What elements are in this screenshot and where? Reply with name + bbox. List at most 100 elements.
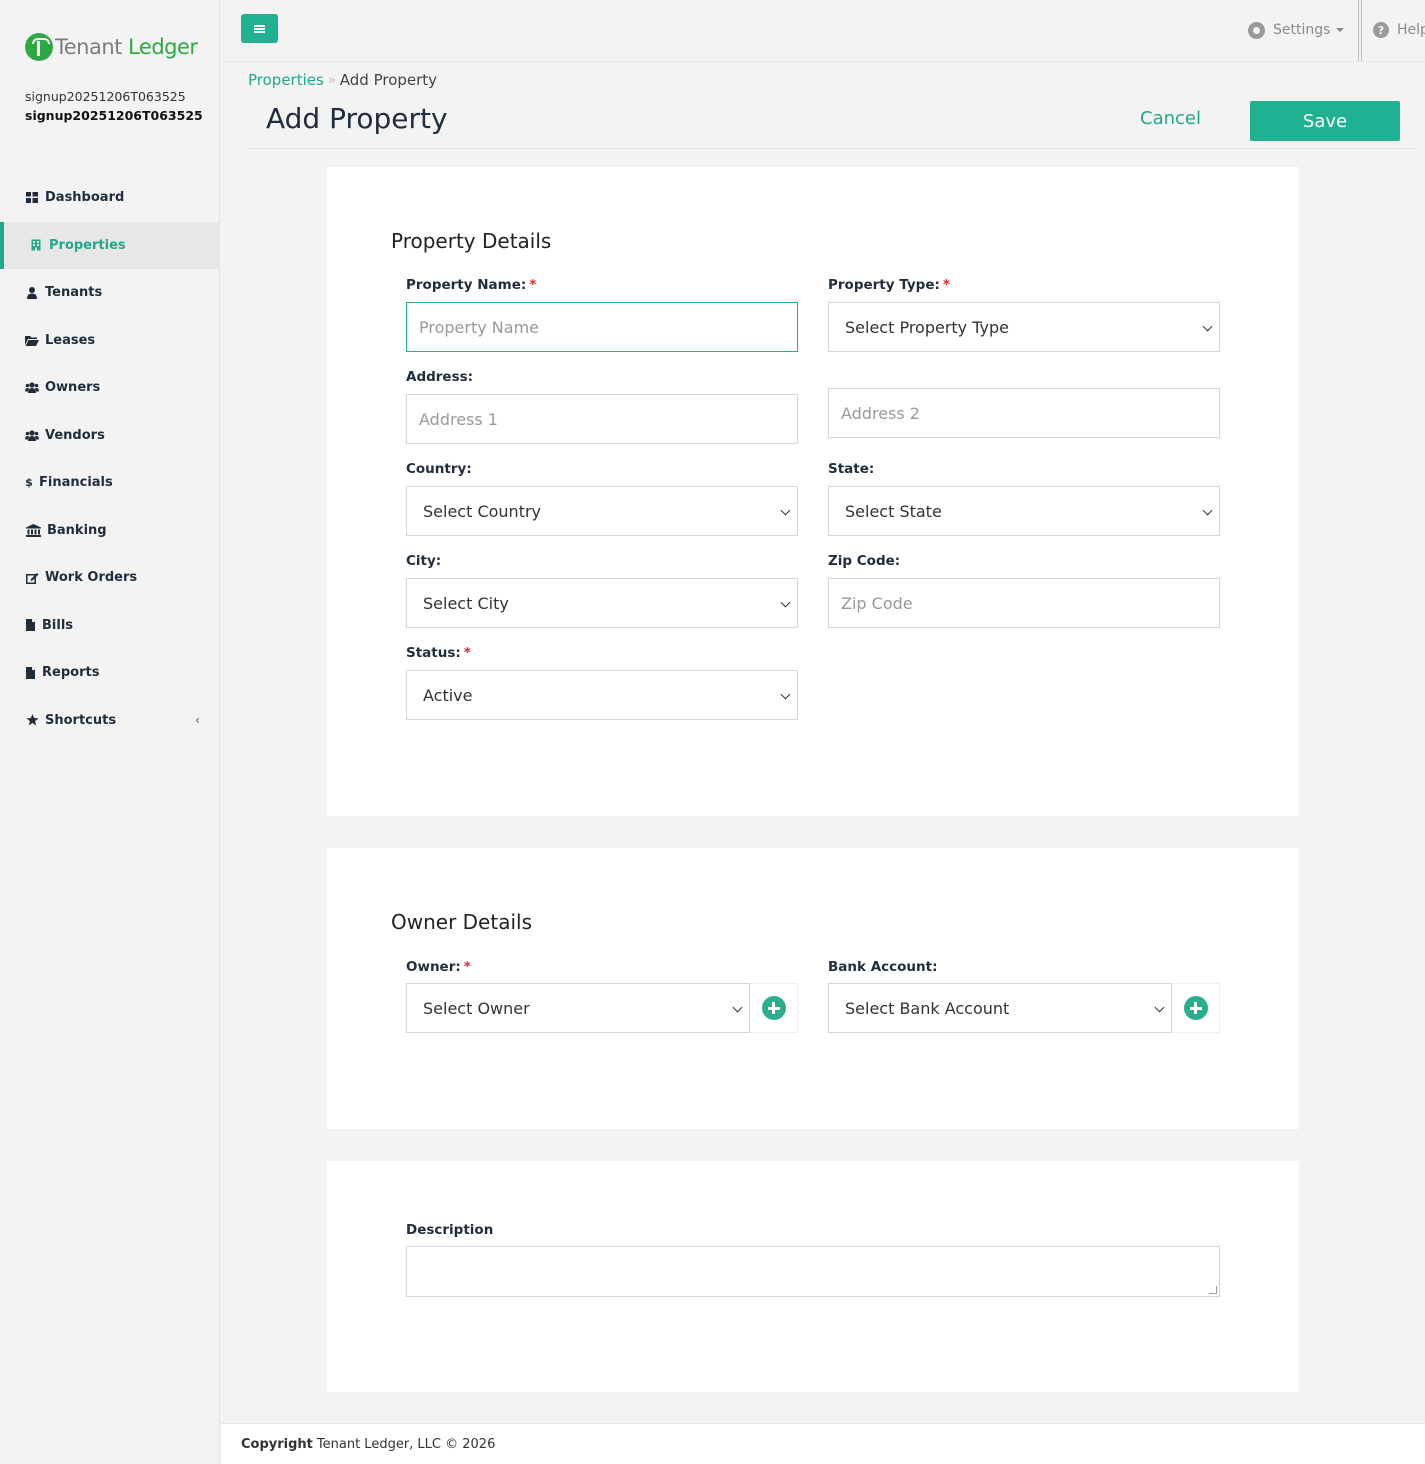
city-value: Select City — [423, 593, 509, 613]
required-marker: * — [463, 959, 471, 975]
sidebar-item-work-orders[interactable]: Work Orders — [0, 554, 220, 602]
menu-icon — [254, 24, 265, 33]
country-value: Select Country — [423, 501, 542, 521]
sidebar-item-financials[interactable]: $ Financials — [0, 459, 220, 507]
city-select[interactable]: Select City — [406, 578, 798, 628]
chevron-down-icon — [780, 505, 791, 516]
brand-name-tenant: Tenant — [55, 35, 122, 59]
users-icon — [25, 382, 39, 394]
sidebar-item-label: Vendors — [45, 427, 105, 443]
plus-circle-icon — [761, 996, 786, 1020]
user-account-name: signup20251206T063525 — [25, 89, 186, 104]
sidebar-item-banking[interactable]: Banking — [0, 507, 220, 555]
required-marker: * — [529, 277, 537, 293]
owner-label: Owner: * — [406, 959, 471, 975]
add-bank-account-button[interactable] — [1172, 983, 1220, 1033]
sidebar-item-reports[interactable]: Reports — [0, 649, 220, 697]
copyright-text: Tenant Ledger, LLC © 2026 — [316, 1436, 496, 1452]
sidebar-item-bills[interactable]: Bills — [0, 602, 220, 650]
sidebar-item-label: Leases — [45, 332, 96, 348]
help-menu[interactable]: ? Help — [1373, 20, 1425, 40]
cancel-button[interactable]: Cancel — [1140, 108, 1201, 129]
zip-code-input[interactable]: Zip Code — [828, 578, 1220, 628]
description-label: Description — [406, 1222, 494, 1238]
add-owner-button[interactable] — [750, 983, 798, 1033]
page-title: Add Property — [266, 102, 448, 135]
sidebar-nav: Dashboard Properties Tenants Leases Owne… — [0, 174, 220, 744]
address-1-input[interactable]: Address 1 — [406, 394, 798, 444]
sidebar: Tenant Ledger signup20251206T063525 sign… — [0, 0, 220, 1464]
sidebar-toggle-button[interactable] — [241, 14, 278, 43]
required-marker: * — [463, 645, 471, 661]
description-card: Description — [327, 1161, 1299, 1392]
bank-account-label: Bank Account: — [828, 959, 938, 975]
chevron-left-icon[interactable]: ‹ — [195, 713, 200, 727]
logo-icon — [25, 33, 53, 61]
sidebar-item-vendors[interactable]: Vendors — [0, 412, 220, 460]
breadcrumb-current: Add Property — [339, 71, 438, 89]
city-label: City: — [406, 553, 442, 569]
sidebar-item-owners[interactable]: Owners — [0, 364, 220, 412]
property-name-input[interactable]: Property Name — [406, 302, 798, 352]
owner-details-card: Owner Details Owner: * Select Owner Bank … — [327, 848, 1299, 1129]
address-2-input[interactable]: Address 2 — [828, 388, 1220, 438]
section-title-owner-details: Owner Details — [391, 910, 532, 934]
resize-handle-icon[interactable] — [1209, 1286, 1217, 1294]
chevron-down-icon — [732, 1002, 743, 1013]
chevron-down-icon — [780, 597, 791, 608]
brand-logo[interactable]: Tenant Ledger — [25, 32, 198, 62]
sidebar-item-dashboard[interactable]: Dashboard — [0, 174, 220, 222]
property-type-select[interactable]: Select Property Type — [828, 302, 1220, 352]
user-display-name: signup20251206T063525 — [25, 108, 203, 123]
sidebar-item-label: Work Orders — [45, 570, 138, 586]
sidebar-item-shortcuts[interactable]: Shortcuts ‹ — [0, 697, 220, 745]
user-icon — [25, 286, 39, 299]
caret-down-icon — [1336, 28, 1345, 32]
users-icon — [25, 429, 39, 441]
file-icon — [25, 619, 36, 632]
state-value: Select State — [845, 501, 942, 521]
sidebar-item-label: Tenants — [45, 285, 103, 301]
sidebar-item-label: Shortcuts — [45, 712, 117, 728]
topbar-divider — [1358, 0, 1362, 61]
sidebar-item-leases[interactable]: Leases — [0, 317, 220, 365]
country-select[interactable]: Select Country — [406, 486, 798, 536]
top-bar: Settings ? Help — [221, 0, 1425, 62]
breadcrumb-properties-link[interactable]: Properties — [248, 71, 324, 89]
sidebar-item-label: Financials — [39, 475, 113, 491]
sidebar-item-label: Reports — [42, 665, 100, 681]
owner-select[interactable]: Select Owner — [406, 983, 750, 1033]
dashboard-icon — [25, 192, 39, 204]
bank-account-select[interactable]: Select Bank Account — [828, 983, 1172, 1033]
property-name-label: Property Name: * — [406, 277, 537, 293]
owner-value: Select Owner — [423, 998, 530, 1018]
star-icon — [25, 714, 39, 726]
status-label: Status: * — [406, 645, 471, 661]
country-label: Country: — [406, 461, 472, 477]
sidebar-item-properties[interactable]: Properties — [0, 221, 220, 269]
sidebar-item-tenants[interactable]: Tenants — [0, 269, 220, 317]
sidebar-item-label: Bills — [42, 617, 74, 633]
breadcrumb-separator: » — [327, 72, 336, 88]
sidebar-item-label: Properties — [49, 237, 126, 253]
sidebar-item-label: Owners — [45, 380, 101, 396]
building-icon — [29, 239, 43, 251]
chevron-down-icon — [1202, 321, 1213, 332]
dollar-icon: $ — [25, 476, 33, 490]
state-select[interactable]: Select State — [828, 486, 1220, 536]
state-label: State: — [828, 461, 875, 477]
zip-code-label: Zip Code: — [828, 553, 901, 569]
file-icon — [25, 666, 36, 679]
property-type-label: Property Type: * — [828, 277, 950, 293]
required-marker: * — [942, 277, 950, 293]
brand-name-ledger: Ledger — [128, 35, 198, 59]
plus-circle-icon — [1183, 996, 1208, 1020]
property-type-value: Select Property Type — [845, 317, 1009, 337]
description-textarea[interactable] — [406, 1246, 1220, 1297]
settings-menu[interactable]: Settings — [1248, 20, 1345, 40]
settings-label: Settings — [1273, 22, 1331, 38]
property-details-card: Property Details Property Name: * Propert… — [327, 167, 1299, 816]
status-select[interactable]: Active — [406, 670, 798, 720]
save-button[interactable]: Save — [1250, 101, 1400, 141]
edit-icon — [25, 572, 39, 584]
